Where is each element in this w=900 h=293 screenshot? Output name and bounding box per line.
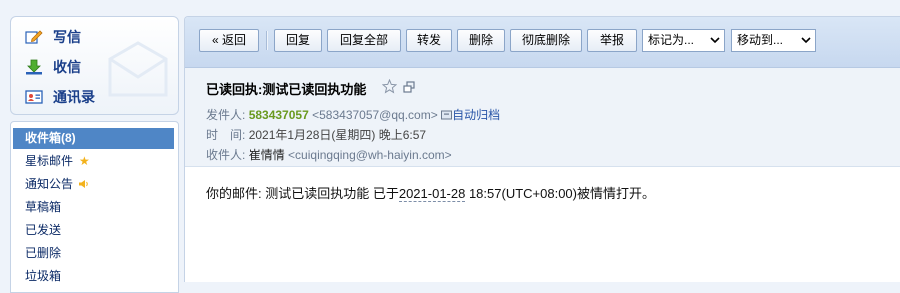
contact-card-icon [25, 90, 43, 104]
download-arrow-icon [26, 59, 42, 75]
to-label: 收件人: [206, 148, 246, 162]
from-label: 发件人: [206, 108, 246, 122]
time-value: 2021年1月28日(星期四) 晚上6:57 [248, 128, 427, 142]
star-outline-icon[interactable] [382, 79, 397, 94]
chevron-down-icon [801, 37, 811, 44]
body-prefix: 你的邮件: 测试已读回执功能 已于 [206, 186, 399, 201]
forward-button[interactable]: 转发 [406, 29, 452, 52]
speaker-icon [79, 180, 88, 188]
recipient-name[interactable]: 崔情情 [249, 148, 285, 162]
mail-header: 已读回执:测试已读回执功能 发件人: 583437057 <583437057@… [185, 68, 900, 167]
folder-label: 通知公告 [25, 177, 74, 191]
archive-icon [441, 110, 453, 120]
move-to-label: 移动到... [737, 33, 784, 47]
folder-inbox[interactable]: 收件箱(8) [13, 128, 174, 149]
star-icon: ★ [79, 154, 90, 168]
write-label: 写信 [53, 29, 81, 45]
mail-subject: 已读回执:测试已读回执功能 [206, 82, 367, 97]
time-row: 时 间: 2021年1月28日(星期四) 晚上6:57 [206, 126, 426, 143]
reply-all-button[interactable]: 回复全部 [327, 29, 401, 52]
new-window-icon[interactable] [403, 81, 415, 93]
folder-notices[interactable]: 通知公告 [13, 174, 174, 195]
mark-as-select[interactable]: 标记为... [642, 29, 725, 52]
pencil-icon [25, 30, 43, 44]
folder-label: 星标邮件 [25, 154, 74, 168]
folder-sent[interactable]: 已发送 [13, 220, 174, 241]
receive-label: 收信 [53, 59, 81, 75]
folder-list: 收件箱(8) 星标邮件 ★ 通知公告 草稿箱 已发送 已删除 垃圾箱 [10, 121, 179, 293]
sender-row: 发件人: 583437057 <583437057@qq.com> 自动归档 [206, 106, 500, 123]
body-suffix: 18:57(UTC+08:00)被情情打开。 [465, 186, 655, 201]
mail-toolbar: « 返回 回复 回复全部 转发 删除 彻底删除 举报 标记为... 移动到... [185, 17, 900, 68]
mark-as-label: 标记为... [648, 33, 695, 47]
folder-drafts[interactable]: 草稿箱 [13, 197, 174, 218]
folder-spam[interactable]: 垃圾箱 [13, 266, 174, 287]
time-label: 时 间: [206, 128, 246, 142]
folder-label: 已删除 [25, 246, 62, 260]
move-to-select[interactable]: 移动到... [731, 29, 816, 52]
folder-deleted[interactable]: 已删除 [13, 243, 174, 264]
back-button[interactable]: « 返回 [199, 29, 259, 52]
toolbar-separator [266, 31, 267, 50]
chevron-down-icon [710, 37, 720, 44]
mail-body: 你的邮件: 测试已读回执功能 已于2021-01-28 18:57(UTC+08… [206, 183, 655, 202]
delete-permanently-button[interactable]: 彻底删除 [510, 29, 582, 52]
recipient-address: <cuiqingqing@wh-haiyin.com> [288, 148, 452, 162]
sidebar: 写信 收信 通讯录 收件箱(8) 星标邮件 ★ 通知公告 草稿箱 已发送 已删除… [0, 0, 181, 293]
recipient-row: 收件人: 崔情情 <cuiqingqing@wh-haiyin.com> [206, 146, 452, 163]
mail-actions-panel: 写信 收信 通讯录 [10, 16, 179, 115]
folder-label: 收件箱(8) [25, 131, 76, 145]
body-date[interactable]: 2021-01-28 [398, 186, 466, 202]
folder-starred[interactable]: 星标邮件 ★ [13, 151, 174, 172]
sender-address: <583437057@qq.com> [312, 108, 438, 122]
sender-name[interactable]: 583437057 [249, 108, 309, 122]
envelope-watermark-icon [108, 41, 168, 97]
delete-button[interactable]: 删除 [457, 29, 505, 52]
folder-label: 草稿箱 [25, 200, 62, 214]
reply-button[interactable]: 回复 [274, 29, 322, 52]
auto-archive-link[interactable]: 自动归档 [452, 108, 500, 122]
report-button[interactable]: 举报 [587, 29, 637, 52]
folder-label: 已发送 [25, 223, 62, 237]
contacts-label: 通讯录 [53, 89, 95, 105]
mail-view: « 返回 回复 回复全部 转发 删除 彻底删除 举报 标记为... 移动到...… [184, 16, 900, 282]
